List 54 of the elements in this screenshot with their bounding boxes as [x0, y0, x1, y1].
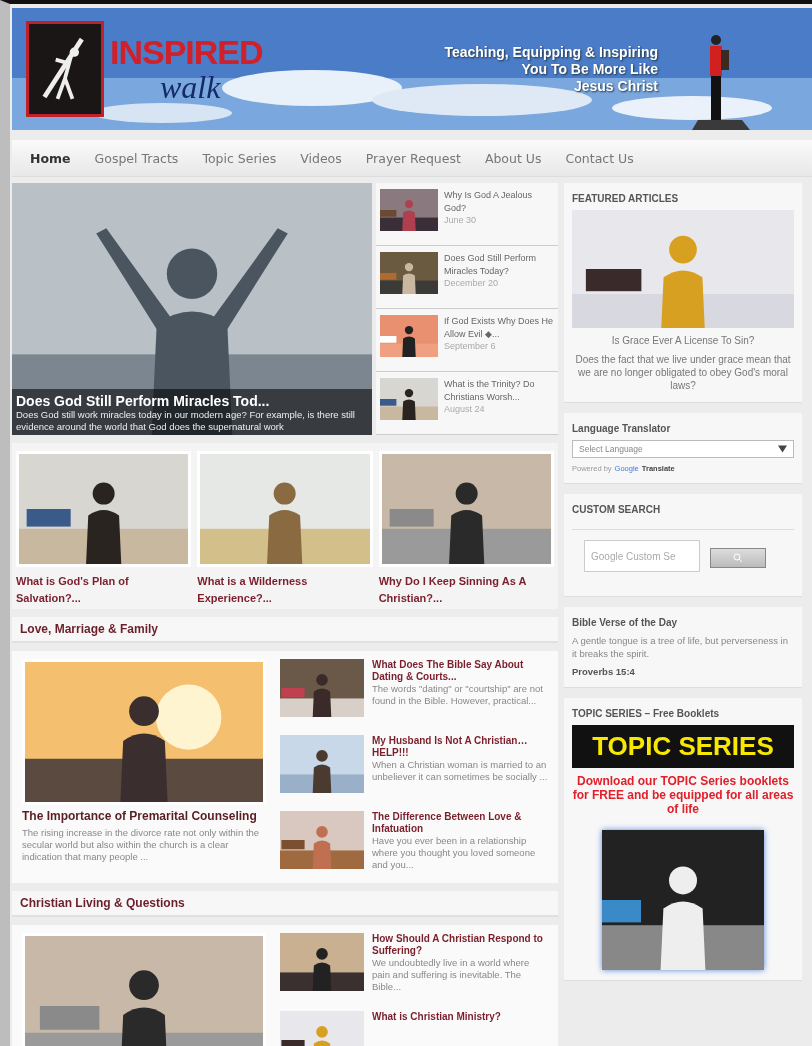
tagline: Jesus Christ	[573, 77, 658, 95]
hero-title[interactable]: Does God Still Perform Miracles Tod...	[16, 393, 368, 409]
post-title[interactable]: What is Christian Ministry?	[372, 1011, 501, 1023]
article-title[interactable]: The Importance of Premarital Counseling	[22, 809, 266, 823]
featured-title[interactable]: Is Grace Ever A License To Sin?	[572, 334, 794, 347]
card-title[interactable]: What is God's Plan of Salvation?...	[16, 573, 192, 607]
post-date: August 24	[444, 404, 486, 414]
post-title[interactable]: What is the Trinity? Do Christians Worsh...	[444, 378, 554, 404]
post-excerpt: Have you ever been in a relationship where you thought you loved someone and you...	[372, 835, 537, 871]
post-excerpt: We undoubtedly live in a world where pain and suffering is inevitable. The Bible...	[372, 957, 531, 993]
post-title[interactable]: How Should A Christian Respond to Suffering?	[372, 933, 548, 957]
search-field[interactable]: Google Custom Se	[584, 540, 700, 572]
post-date: December 20	[444, 278, 500, 288]
post-date: September 6	[444, 341, 497, 351]
logo-script[interactable]: walk	[160, 70, 263, 104]
post-excerpt: The words "dating" or "courtship" are not found in the Bible. However, practical...	[372, 683, 544, 707]
logo-icon[interactable]	[26, 21, 104, 117]
nav-tab[interactable]: Gospel Tracts	[82, 144, 191, 172]
nav-tab[interactable]: Videos	[288, 144, 354, 172]
post-date: June 30	[444, 215, 478, 225]
section-heading: Christian Living & Questions	[12, 891, 558, 917]
card-title[interactable]: Why Do I Keep Sinning As A Christian?...	[378, 573, 554, 607]
post-title[interactable]: If God Exists Why Does He Allow Evil ◆...	[444, 315, 554, 341]
post-excerpt: When a Christian woman is married to an unbeliever it can sometimes be socially ...	[372, 759, 548, 783]
post-title[interactable]: The Difference Between Love & Infatuation	[372, 811, 548, 835]
article-excerpt: The rising increase in the divorce rate not only within the secular world but also within the church is a clear indication that many people ...	[22, 827, 261, 863]
widget-heading: FEATURED ARTICLES	[572, 193, 680, 204]
search-button[interactable]	[710, 548, 766, 568]
nav-tab[interactable]: Prayer Request	[353, 144, 473, 172]
widget-heading: CUSTOM SEARCH	[572, 504, 662, 515]
verse-text: A gentle tongue is a tree of life, but perverseness in it breaks the spirit.	[572, 634, 789, 660]
nav-tab[interactable]: About Us	[472, 144, 554, 172]
hero-excerpt: Does God still work miracles today in our modern age? For example, is there still evidence around the world that God does the supernatural work	[16, 409, 356, 433]
nav-tab[interactable]: Contact Us	[553, 144, 646, 172]
section-heading: Love, Marriage & Family	[12, 617, 558, 643]
nav-tab[interactable]: Home	[18, 144, 83, 172]
post-title[interactable]: My Husband Is Not A Christian… HELP!!!	[372, 735, 548, 759]
post-title[interactable]: Why Is God A Jealous God?	[444, 189, 554, 215]
language-select[interactable]: Select Language	[572, 440, 794, 458]
topic-series-banner[interactable]: TOPIC SERIES	[572, 725, 794, 768]
search-icon	[733, 553, 743, 563]
nav-tab[interactable]: Topic Series	[190, 144, 289, 172]
promo-text: Download our TOPIC Series booklets for FREE and be equipped for all areas of life	[572, 774, 794, 816]
featured-excerpt: Does the fact that we live under grace mean that we are no longer obligated to obey God's moral laws?	[574, 353, 792, 392]
post-title[interactable]: Does God Still Perform Miracles Today?	[444, 252, 554, 278]
widget-heading: TOPIC SERIES – Free Booklets	[572, 708, 721, 719]
tagline: Teaching, Equipping & Inspiring	[444, 43, 658, 61]
caret-icon	[778, 445, 787, 453]
post-title[interactable]: What Does The Bible Say About Dating & Courts...	[372, 659, 548, 683]
widget-heading: Bible Verse of the Day	[572, 617, 679, 628]
tagline: You To Be More Like	[521, 60, 658, 78]
card-title[interactable]: What is a Wilderness Experience?...	[197, 573, 373, 607]
widget-heading: Language Translator	[572, 423, 672, 434]
verse-reference[interactable]: Proverbs 15:4	[572, 666, 794, 677]
